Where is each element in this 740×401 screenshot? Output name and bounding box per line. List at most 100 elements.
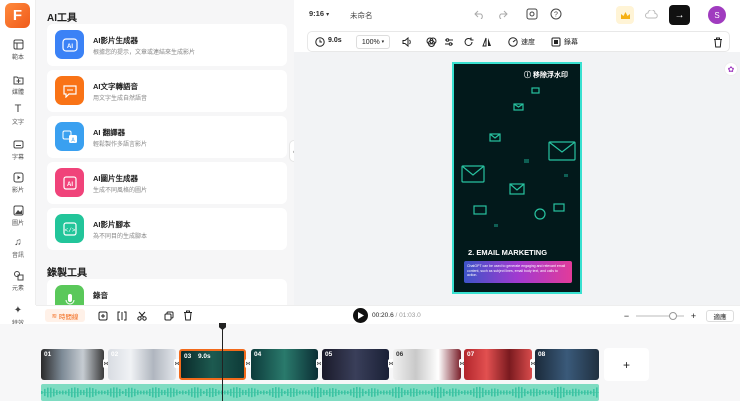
left-rail: F 範本 媒體 T 文字 字幕 影片 圖片 ♫ 音訊 元素 <box>0 0 36 305</box>
video-preview[interactable]: ⓘ 移除浮水印 2. EMAIL MARKETING ChatGPT can b… <box>452 62 582 294</box>
music-icon: ♫ <box>14 236 22 248</box>
record-screen-icon[interactable] <box>550 36 562 48</box>
rail-item-elements[interactable]: 元素 <box>0 269 36 299</box>
adjust-icon[interactable] <box>443 36 455 48</box>
chevron-down-icon: ▾ <box>326 12 330 18</box>
rail-item-video[interactable]: 影片 <box>0 171 36 201</box>
template-icon <box>12 38 24 50</box>
zoom-select[interactable]: 100% ▾ <box>356 35 390 49</box>
svg-text:</>: </> <box>64 227 75 234</box>
split-icon[interactable] <box>116 310 127 321</box>
tool-card-ai-translator[interactable]: A AI 翻譯器 輕鬆製作多語言影片 <box>47 116 287 158</box>
email-pattern-graphic <box>461 87 576 227</box>
timeline-clip-05[interactable]: 05 <box>322 349 389 380</box>
tool-card-title: 錄音 <box>93 291 108 300</box>
tool-card-ai-video-generator[interactable]: AI AI影片生成器 根據您的提示，文章或連結來生成影片 <box>47 24 287 66</box>
clock-icon <box>314 36 326 48</box>
clip-number: 04 <box>254 351 262 358</box>
rail-item-image[interactable]: 圖片 <box>0 204 36 234</box>
redo-icon[interactable] <box>495 7 509 21</box>
zoom-value: 100% <box>361 38 380 46</box>
zoom-in-icon[interactable]: + <box>688 310 699 321</box>
timeline-clip-02[interactable]: 02 <box>108 349 176 380</box>
rail-label: 範本 <box>11 55 24 61</box>
trash-icon[interactable] <box>712 36 724 48</box>
rail-item-template[interactable]: 範本 <box>0 38 36 68</box>
screenshot-icon[interactable] <box>525 7 539 21</box>
ai-image-icon: AI <box>55 168 84 197</box>
duration-value[interactable]: 9.0s <box>328 37 342 44</box>
add-clip-button[interactable]: + <box>604 348 649 381</box>
aspect-ratio-select[interactable]: 9:16 ▾ <box>309 9 329 18</box>
ai-tools-panel: AI工具 AI AI影片生成器 根據您的提示，文章或連結來生成影片 AI文字轉語… <box>36 0 294 305</box>
image-icon <box>12 204 24 216</box>
tool-card-ai-image-generator[interactable]: AI AI圖片生成器 生成不同風格的圖片 <box>47 162 287 204</box>
cloud-icon[interactable] <box>644 7 658 21</box>
timeline-tab[interactable]: ≋ 時間線 <box>45 309 85 322</box>
timeline-clip-08[interactable]: 08 <box>535 349 599 380</box>
tool-card-ai-video-script[interactable]: </> AI影片腳本 為不同目的生成腳本 <box>47 208 287 250</box>
color-filter-icon[interactable] <box>425 36 437 48</box>
help-icon[interactable]: ? <box>549 7 563 21</box>
microphone-icon <box>55 285 84 305</box>
script-icon: </> <box>55 214 84 243</box>
record-screen-label[interactable]: 錄幕 <box>564 37 578 47</box>
timeline-clip-06[interactable]: 06 <box>393 349 461 380</box>
flip-icon[interactable] <box>481 36 493 48</box>
tool-card-title: AI文字轉語音 <box>93 82 138 91</box>
volume-icon[interactable] <box>401 36 413 48</box>
color-palette-button[interactable]: ✿ <box>724 62 738 76</box>
clip-number: 01 <box>44 351 52 358</box>
undo-icon[interactable] <box>472 7 486 21</box>
app-logo[interactable]: F <box>5 3 30 28</box>
clip-number: 05 <box>325 351 333 358</box>
subtitle-icon <box>12 138 24 150</box>
tool-card-title: AI圖片生成器 <box>93 174 138 183</box>
audio-track[interactable] <box>41 384 599 401</box>
rail-item-media[interactable]: 媒體 <box>0 73 36 103</box>
project-name[interactable]: 未命名 <box>350 10 373 21</box>
rail-item-text[interactable]: T 文字 <box>0 103 36 133</box>
tool-card-ai-tts[interactable]: AI文字轉語音 用文字生成自然語音 <box>47 70 287 112</box>
play-button[interactable] <box>353 308 368 323</box>
timeline-clip-07[interactable]: 07 <box>464 349 532 380</box>
time-readout: 00:20.6 / 01:03.0 <box>372 312 421 319</box>
timeline-clip-03[interactable]: 03 9.0s <box>179 349 246 380</box>
top-bar: 9:16 ▾ 未命名 ? → S <box>294 0 740 30</box>
timeline-tab-label: 時間線 <box>58 313 79 321</box>
speed-label[interactable]: 速度 <box>521 37 535 47</box>
rail-label: 圖片 <box>11 221 24 227</box>
playhead[interactable] <box>222 326 223 401</box>
clip-toolbar: 9.0s 100% ▾ 速度 錄幕 <box>307 31 730 52</box>
avatar[interactable]: S <box>708 6 726 24</box>
zoom-out-icon[interactable]: − <box>621 310 632 321</box>
rotate-icon[interactable] <box>463 36 475 48</box>
tool-card-voice-record[interactable]: 錄音 <box>47 279 287 305</box>
timeline-clip-04[interactable]: 04 <box>251 349 318 380</box>
duplicate-icon[interactable] <box>163 310 174 321</box>
svg-text:AI: AI <box>67 44 73 50</box>
zoom-slider-handle[interactable] <box>669 312 677 320</box>
crown-icon[interactable] <box>616 6 634 24</box>
export-button[interactable]: → <box>669 5 690 25</box>
tool-card-title: AI影片生成器 <box>93 36 138 45</box>
fit-button[interactable]: 適應 <box>706 310 734 322</box>
delete-clip-icon[interactable] <box>182 310 193 321</box>
remove-watermark-button[interactable]: ⓘ 移除浮水印 <box>524 70 568 80</box>
timeline-controls: ≋ 時間線 00:20.6 / 01:03.0 − + 適應 <box>36 305 740 324</box>
rail-label: 字幕 <box>11 155 24 161</box>
svg-text:AI: AI <box>67 182 73 188</box>
timeline-clip-01[interactable]: 01 <box>41 349 104 380</box>
tool-card-title: AI影片腳本 <box>93 220 131 229</box>
video-headline: 2. EMAIL MARKETING <box>468 248 548 257</box>
rail-label: 音訊 <box>11 253 24 259</box>
rail-label: 媒體 <box>11 90 24 96</box>
tool-card-desc: 輕鬆製作多語言影片 <box>93 142 148 148</box>
scissors-icon[interactable] <box>136 310 147 321</box>
info-icon: ⓘ <box>524 72 531 79</box>
rail-item-music[interactable]: ♫ 音訊 <box>0 236 36 266</box>
rail-item-subtitle[interactable]: 字幕 <box>0 138 36 168</box>
speed-icon[interactable] <box>507 36 519 48</box>
add-track-icon[interactable] <box>97 310 108 321</box>
media-icon <box>12 73 24 85</box>
